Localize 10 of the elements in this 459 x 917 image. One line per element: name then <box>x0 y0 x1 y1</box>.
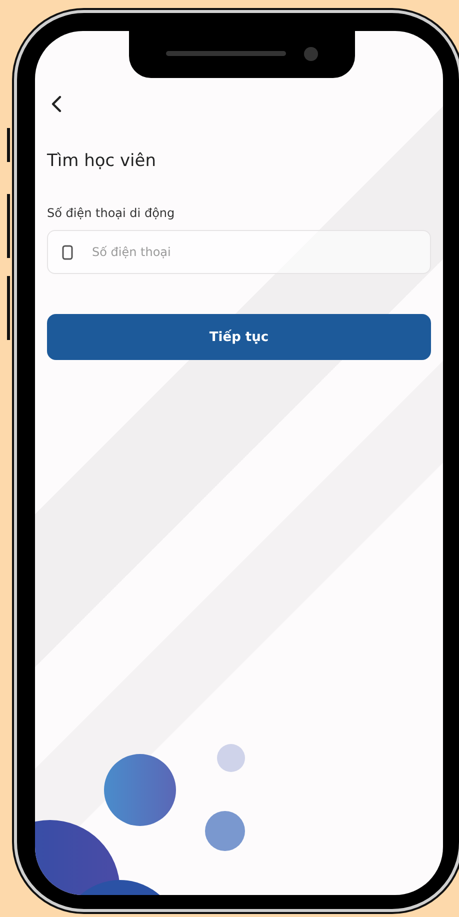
field-label: Số điện thoại di động <box>47 206 176 220</box>
page-title: Tìm học viên <box>47 151 158 171</box>
phone-side-key <box>7 194 10 258</box>
back-icon[interactable] <box>50 95 62 113</box>
phone-side-key <box>7 128 10 162</box>
phone-side-key <box>7 276 10 340</box>
continue-button[interactable]: Tiếp tục <box>47 314 431 360</box>
phone-icon <box>62 245 73 260</box>
camera-dot <box>304 46 318 60</box>
phone-input-field[interactable]: Số điện thoại <box>47 230 431 274</box>
